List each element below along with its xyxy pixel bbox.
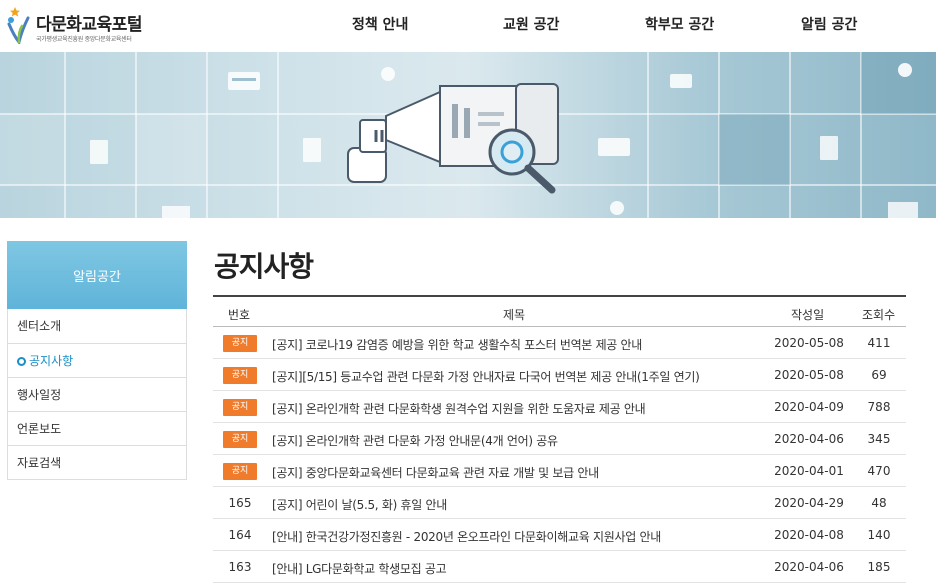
row-subject-link[interactable]: [공지] 코로나19 감염증 예방을 위한 학교 생활수칙 포스터 번역본 제공…	[272, 336, 642, 353]
sidebar-title: 알림공간	[7, 241, 187, 309]
banner-illustration	[0, 52, 936, 218]
sidebar: 알림공간 센터소개 공지사항 행사일정 언론보도 자료검색	[7, 241, 187, 480]
row-date: 2020-04-29	[774, 496, 844, 510]
row-views: 69	[871, 368, 887, 382]
row-date: 2020-05-08	[774, 336, 844, 350]
table-row[interactable]: 공지 [공지] 코로나19 감염증 예방을 위한 학교 생활수칙 포스터 번역본 …	[213, 327, 906, 359]
table-row[interactable]: 164 [안내] 한국건강가정진흥원 - 2020년 온오프라인 다문화이해교육 …	[213, 519, 906, 551]
table-row[interactable]: 공지 [공지] 중앙다문화교육센터 다문화교육 관련 자료 개발 및 보급 안내 2…	[213, 455, 906, 487]
row-subject-link[interactable]: [공지] 온라인개학 관련 다문화학생 원격수업 지원을 위한 도움자료 제공 …	[272, 400, 646, 417]
nav-notice[interactable]: 알림 공간	[801, 14, 857, 34]
col-num: 번호	[228, 308, 251, 322]
row-subject-link[interactable]: [공지] 중앙다문화교육센터 다문화교육 관련 자료 개발 및 보급 안내	[272, 464, 599, 481]
row-subject-link[interactable]: [공지][5/15] 등교수업 관련 다문화 가정 안내자료 다국어 번역본 제…	[272, 368, 700, 385]
row-views: 185	[867, 560, 891, 574]
sidebar-item-label: 행사일정	[17, 388, 62, 402]
nav-parent[interactable]: 학부모 공간	[645, 14, 714, 34]
notice-badge: 공지	[223, 431, 257, 448]
row-number: 164	[228, 528, 252, 542]
row-subject-link[interactable]: [공지] 온라인개학 관련 다문화 가정 안내문(4개 언어) 공유	[272, 432, 558, 449]
table-row[interactable]: 공지 [공지] 온라인개학 관련 다문화학생 원격수업 지원을 위한 도움자료 제…	[213, 391, 906, 423]
table-row[interactable]: 165 [공지] 어린이 날(5.5, 화) 휴일 안내 2020-04-29 48	[213, 487, 906, 519]
row-subject-link[interactable]: [안내] LG다문화학교 학생모집 공고	[272, 560, 447, 577]
row-views: 345	[867, 432, 891, 446]
row-views: 411	[867, 336, 891, 350]
sidebar-item-center[interactable]: 센터소개	[8, 309, 186, 343]
row-views: 788	[867, 400, 891, 414]
row-date: 2020-04-06	[774, 560, 844, 574]
sidebar-item-label: 공지사항	[29, 354, 74, 368]
sidebar-item-press[interactable]: 언론보도	[8, 411, 186, 445]
row-date: 2020-04-01	[774, 464, 844, 478]
row-date: 2020-04-09	[774, 400, 844, 414]
row-date: 2020-04-08	[774, 528, 844, 542]
site-header: 다문화교육포털 국가평생교육진흥원 중앙다문화교육센터 정책 안내 교원 공간 …	[0, 0, 936, 52]
row-date: 2020-04-06	[774, 432, 844, 446]
row-views: 140	[867, 528, 891, 542]
nav-policy[interactable]: 정책 안내	[352, 14, 408, 34]
col-date: 작성일	[791, 308, 825, 322]
row-date: 2020-05-08	[774, 368, 844, 382]
sidebar-item-search[interactable]: 자료검색	[8, 445, 186, 479]
notice-badge: 공지	[223, 463, 257, 480]
sidebar-item-label: 자료검색	[17, 456, 62, 470]
table-row[interactable]: 공지 [공지][5/15] 등교수업 관련 다문화 가정 안내자료 다국어 번역본…	[213, 359, 906, 391]
sidebar-menu: 센터소개 공지사항 행사일정 언론보도 자료검색	[7, 309, 187, 480]
sidebar-item-label: 언론보도	[17, 422, 62, 436]
notice-badge: 공지	[223, 335, 257, 352]
row-subject-link[interactable]: [안내] 한국건강가정진흥원 - 2020년 온오프라인 다문화이해교육 지원사…	[272, 528, 661, 545]
sidebar-item-events[interactable]: 행사일정	[8, 377, 186, 411]
notice-board: 번호 제목 작성일 조회수 공지 [공지] 코로나19 감염증 예방을 위한 학교…	[213, 295, 906, 583]
page-title: 공지사항	[214, 250, 314, 283]
notice-badge: 공지	[223, 399, 257, 416]
sidebar-item-label: 센터소개	[17, 319, 62, 333]
row-views: 470	[867, 464, 891, 478]
row-views: 48	[871, 496, 887, 510]
table-row[interactable]: 163 [안내] LG다문화학교 학생모집 공고 2020-04-06 185	[213, 551, 906, 583]
col-subject: 제목	[503, 308, 526, 322]
row-number: 165	[228, 496, 252, 510]
board-header: 번호 제목 작성일 조회수	[213, 295, 906, 327]
row-subject-link[interactable]: [공지] 어린이 날(5.5, 화) 휴일 안내	[272, 496, 447, 513]
row-number: 163	[228, 560, 252, 574]
board-rows: 공지 [공지] 코로나19 감염증 예방을 위한 학교 생활수칙 포스터 번역본 …	[213, 327, 906, 583]
main-nav: 정책 안내 교원 공간 학부모 공간 알림 공간	[0, 14, 936, 38]
nav-teacher[interactable]: 교원 공간	[503, 14, 559, 34]
hero-banner	[0, 52, 936, 218]
sidebar-item-notices[interactable]: 공지사항	[8, 343, 186, 377]
col-views: 조회수	[862, 308, 896, 322]
notice-badge: 공지	[223, 367, 257, 384]
table-row[interactable]: 공지 [공지] 온라인개학 관련 다문화 가정 안내문(4개 언어) 공유 2020…	[213, 423, 906, 455]
active-dot-icon	[17, 357, 26, 366]
